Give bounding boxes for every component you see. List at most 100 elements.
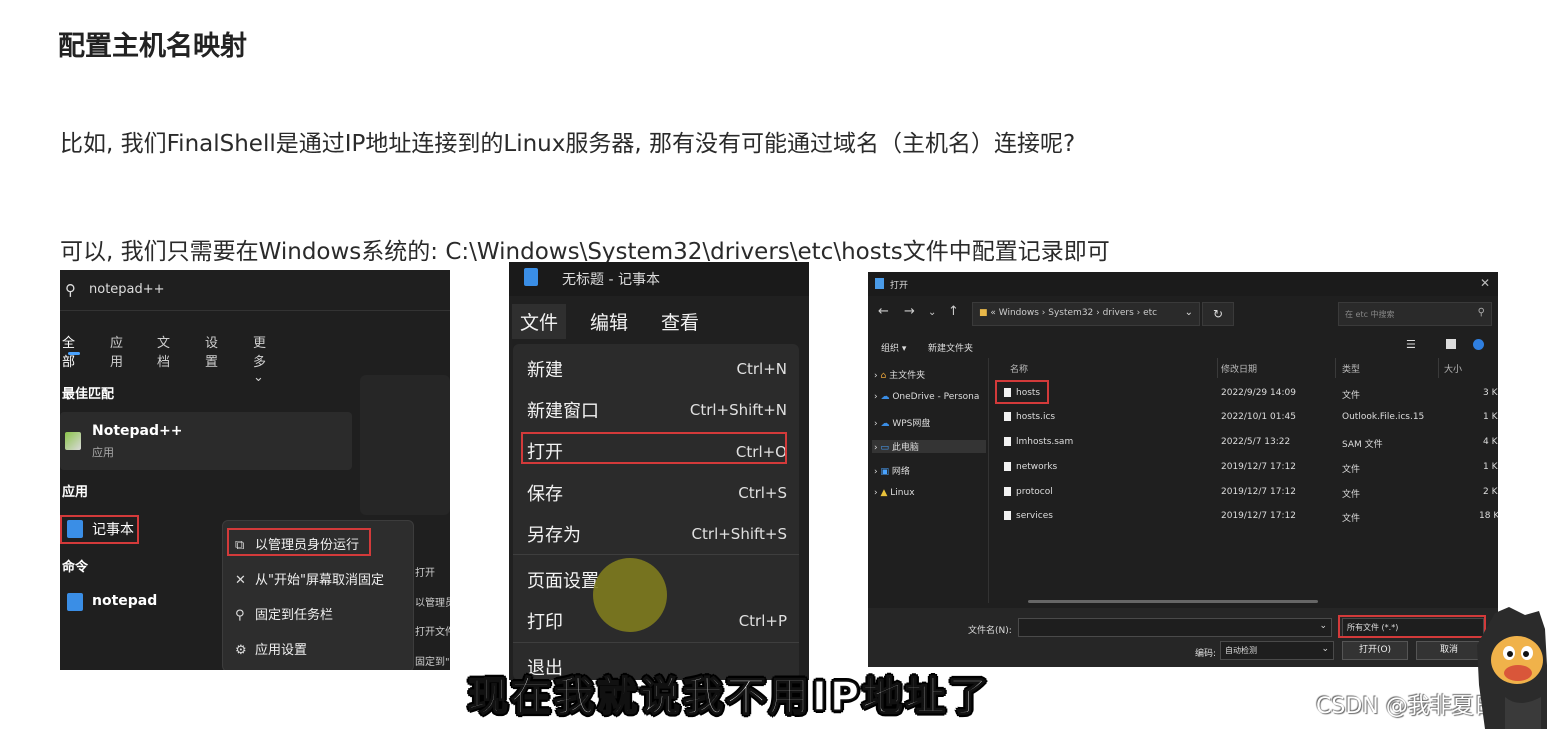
file-type: 文件 [1342,391,1361,401]
menu-divider [513,642,799,643]
start-search-input[interactable]: notepad++ [89,282,165,297]
app-settings-item[interactable]: ⚙ 应用设置 [235,639,307,658]
sidebar-item-onedrive[interactable]: › ☁ OneDrive - Persona [874,392,979,402]
column-header-date[interactable]: 修改日期 [1221,362,1257,375]
column-header-type[interactable]: 类型 [1342,362,1360,375]
video-subtitle: 现在我就说我不用IP地址了 [467,673,992,721]
address-bar[interactable]: ■ « Windows › System32 › drivers › etc ⌄ [972,302,1200,326]
chevron-down-icon[interactable]: ⌄ [1185,307,1193,318]
encoding-select[interactable]: 自动检测 ⌄ [1220,641,1334,660]
menu-item-save[interactable]: 保存 [527,480,563,506]
cmd-notepad-label: notepad [92,593,158,609]
start-search-bar[interactable]: ⚲ notepad++ [60,270,450,311]
close-icon[interactable]: ✕ [1480,276,1490,290]
view-icon[interactable]: ☰ [1406,338,1416,351]
commands-heading: 命令 [62,560,89,575]
file-size: 2 K [1483,487,1498,497]
organize-button[interactable]: 组织 ▾ [881,341,906,354]
intro-paragraph: 比如, 我们FinalShell是通过IP地址连接到的Linux服务器, 那有没… [60,131,1076,157]
sidebar-item-this-pc[interactable]: › ▭ 此电脑 [872,440,986,453]
file-type: 文件 [1342,465,1361,475]
unpin-start-label: 从"开始"屏幕取消固定 [255,573,384,588]
chevron-down-icon[interactable]: ⌄ [928,307,936,318]
sidebar-item-home[interactable]: › ⌂ 主文件夹 [874,368,925,381]
side-action[interactable]: 打开文件 [415,623,450,638]
notepad-titlebar: 无标题 - 记事本 [509,262,809,296]
tab-apps[interactable]: 应用 [110,332,123,370]
menu-edit[interactable]: 编辑 [590,308,628,335]
shortcut-save-as: Ctrl+Shift+S [691,525,787,543]
preview-pane-icon[interactable] [1446,339,1456,349]
pin-taskbar-item[interactable]: ⚲ 固定到任务栏 [235,604,333,623]
menu-item-print[interactable]: 打印 [527,608,563,634]
file-icon [1004,412,1011,421]
sidebar-item-network[interactable]: › ▣ 网络 [874,464,910,477]
menu-view[interactable]: 查看 [661,308,699,335]
up-icon[interactable]: ↑ [948,304,959,319]
menu-item-new[interactable]: 新建 [527,356,563,382]
search-icon: ⚲ [1477,307,1485,318]
help-icon[interactable] [1473,339,1484,350]
best-match-notepadpp[interactable]: Notepad++ 应用 [60,412,352,470]
notepad-title: 无标题 - 记事本 [562,272,660,288]
menu-item-new-window[interactable]: 新建窗口 [527,397,599,423]
tab-all[interactable]: 全部 [62,332,75,370]
column-header-size[interactable]: 大小 [1444,362,1462,375]
tab-more-label: 更多 [253,336,267,370]
cmd-notepad[interactable]: notepad [60,590,180,614]
forward-icon[interactable]: → [904,304,915,319]
chevron-down-icon[interactable]: ⌄ [1321,644,1329,654]
folder-search-input[interactable]: 在 etc 中搜索 ⚲ [1338,302,1492,326]
file-type: 文件 [1342,514,1361,524]
file-date: 2022/5/7 13:22 [1221,437,1291,447]
horizontal-scrollbar[interactable] [1028,600,1318,603]
menu-item-page-setup[interactable]: 页面设置 [527,567,599,593]
file-size: 18 K [1479,511,1498,521]
back-icon[interactable]: ← [878,304,889,319]
best-match-name: Notepad++ [92,423,183,439]
notepad-screenshot: 无标题 - 记事本 文件 编辑 查看 新建 Ctrl+N 新建窗口 Ctrl+S… [509,262,809,680]
start-menu-screenshot: ⚲ notepad++ 全部 应用 文档 设置 更多 ⌄ 最佳匹配 Notepa… [60,270,450,670]
side-action[interactable]: 打开 [415,564,435,579]
sidebar-item-label: OneDrive - Persona [892,392,980,402]
side-action[interactable]: 固定到" [415,653,450,668]
tab-settings[interactable]: 设置 [205,332,218,370]
sidebar-item-label: 此电脑 [891,443,919,453]
shortcut-print: Ctrl+P [738,612,787,630]
shortcut-new: Ctrl+N [736,360,787,378]
refresh-button[interactable]: ↻ [1202,302,1234,326]
shortcut-new-window: Ctrl+Shift+N [689,401,787,419]
search-icon: ⚲ [65,281,76,299]
tab-more[interactable]: 更多 ⌄ [253,332,266,385]
search-placeholder: 在 etc 中搜索 [1345,310,1395,319]
column-divider[interactable] [1438,358,1439,378]
sidebar-item-wps[interactable]: › ☁ WPS网盘 [874,416,930,429]
chevron-down-icon[interactable]: ⌄ [1319,621,1327,631]
file-name: networks [1016,462,1058,472]
side-action[interactable]: 以管理员 [415,594,450,609]
open-button[interactable]: 打开(O) [1342,641,1408,660]
filename-label: 文件名(N): [968,626,1012,636]
monkey-mascot-icon [1477,607,1547,729]
computer-icon: ▭ [880,443,889,453]
filename-input[interactable]: ⌄ [1018,618,1332,637]
menu-item-save-as[interactable]: 另存为 [527,521,581,547]
pin-taskbar-label: 固定到任务栏 [255,608,334,623]
menu-file[interactable]: 文件 [512,304,567,339]
cancel-button[interactable]: 取消 [1416,641,1482,660]
column-divider[interactable] [1217,358,1218,378]
app-settings-label: 应用设置 [255,643,308,658]
new-folder-button[interactable]: 新建文件夹 [928,341,973,354]
column-header-name[interactable]: 名称 [1010,362,1028,375]
unpin-start-item[interactable]: ✕ 从"开始"屏幕取消固定 [235,569,384,588]
tab-documents[interactable]: 文档 [157,332,170,370]
linux-icon: ▲ [880,488,888,498]
file-name: lmhosts.sam [1016,437,1074,447]
file-size: 4 K [1483,437,1498,447]
column-divider[interactable] [1335,358,1336,378]
sidebar-item-linux[interactable]: › ▲ Linux [874,488,915,498]
best-match-heading: 最佳匹配 [62,387,115,402]
highlight-box [995,380,1049,404]
file-date: 2019/12/7 17:12 [1221,511,1296,521]
menu-divider [513,554,799,555]
